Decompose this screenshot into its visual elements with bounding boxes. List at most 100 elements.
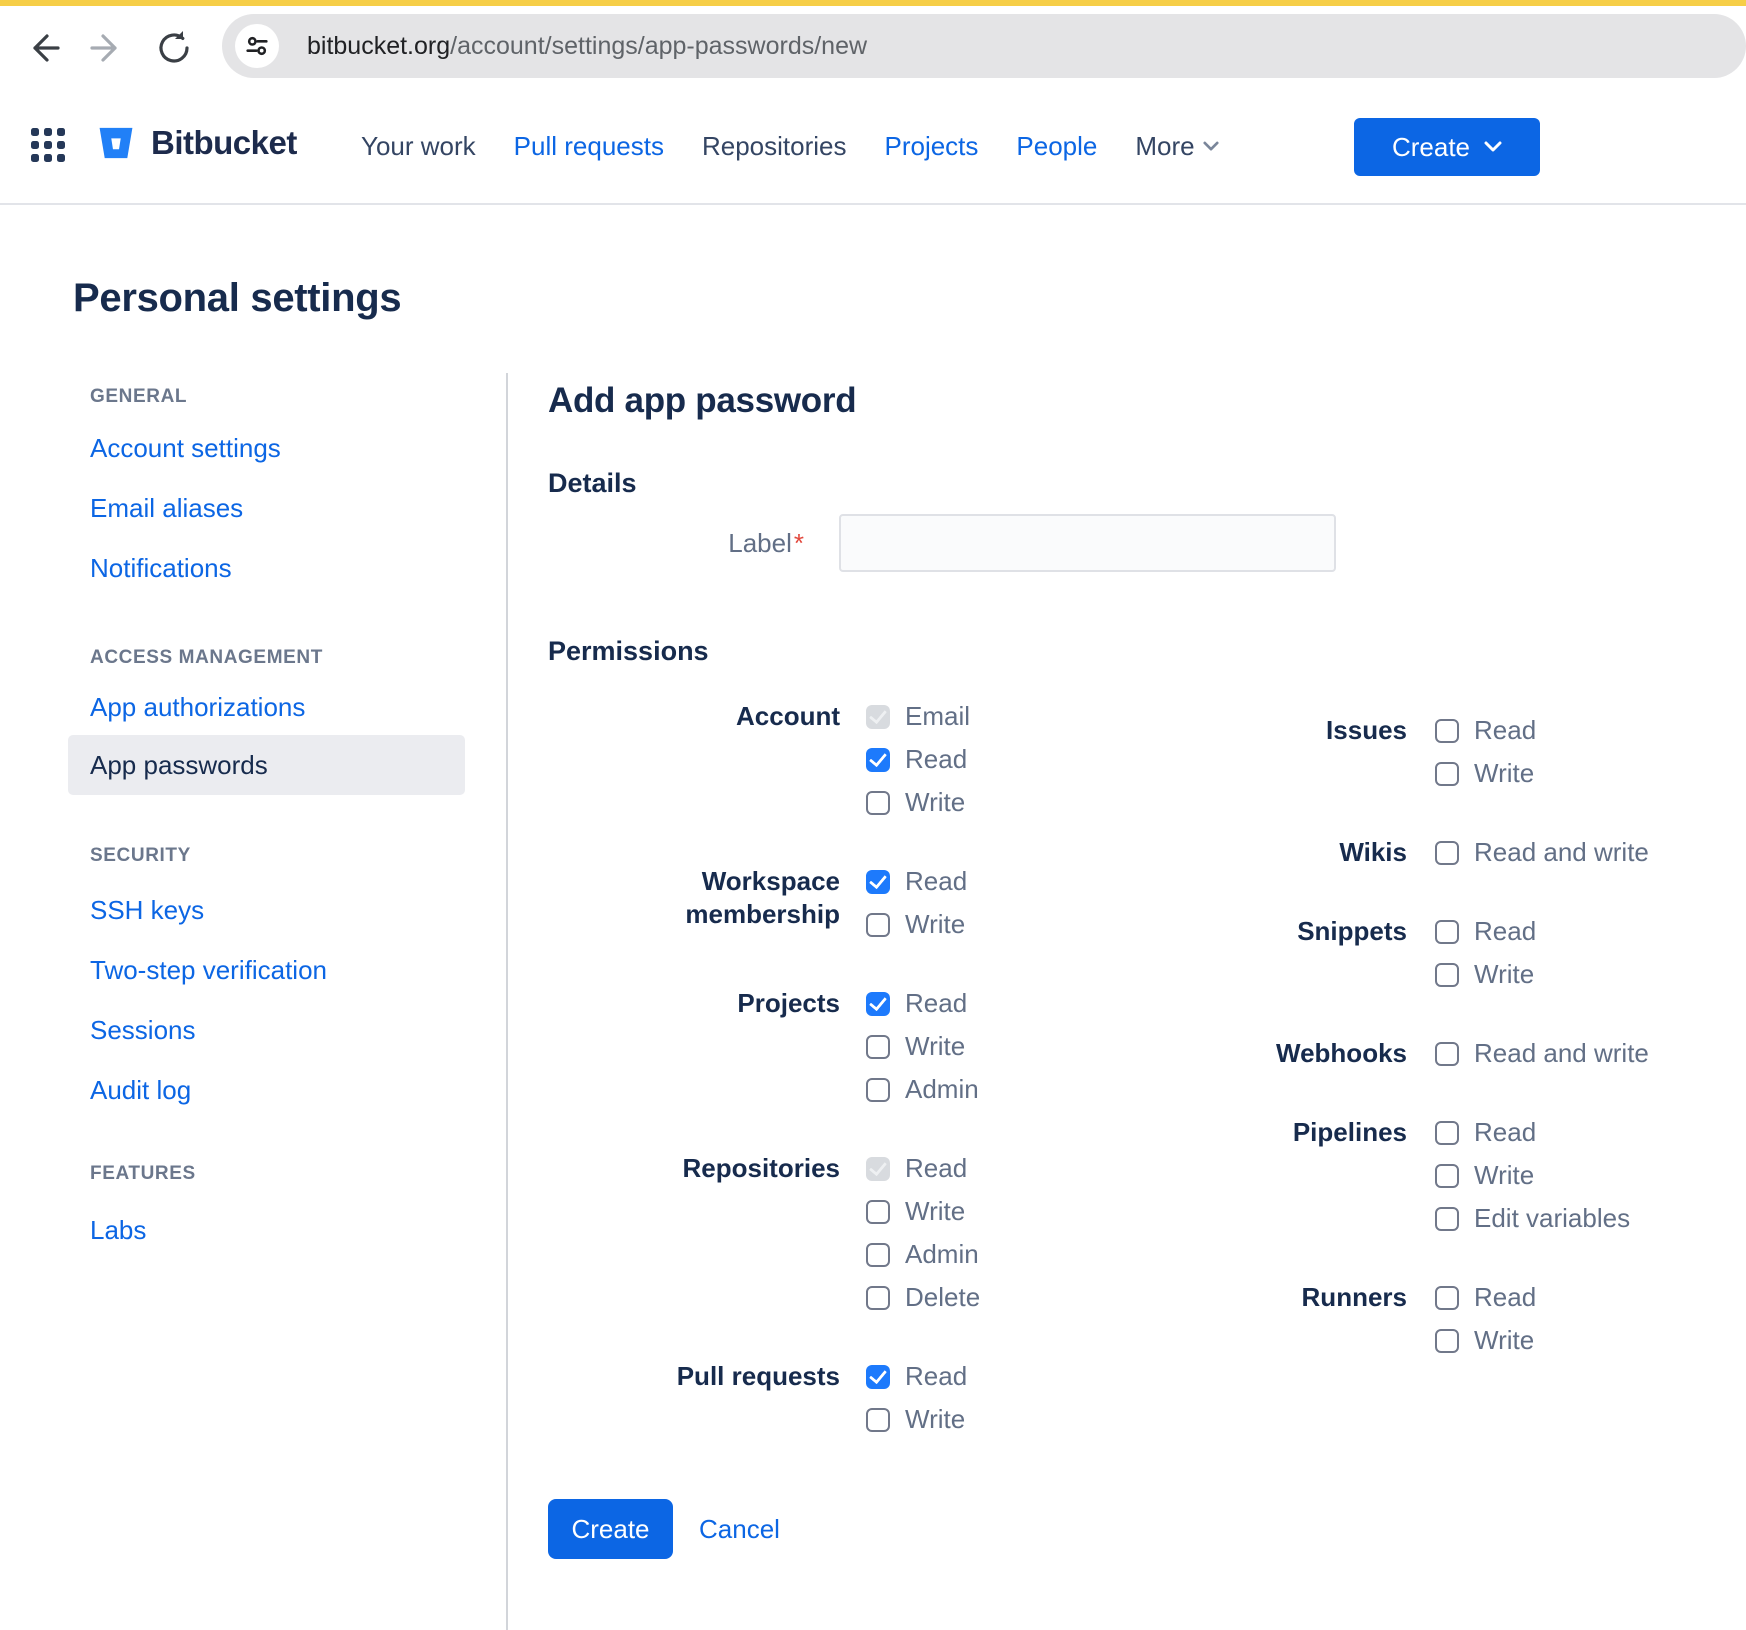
checkbox-label: Delete: [905, 1282, 980, 1313]
sidebar-item-ssh-keys[interactable]: SSH keys: [68, 895, 465, 925]
checkbox-label: Write: [905, 1196, 965, 1227]
sidebar-item-app-passwords[interactable]: App passwords: [68, 735, 465, 795]
sidebar-section-access-management: ACCESS MANAGEMENT: [68, 647, 465, 669]
checkbox-checked[interactable]: [866, 870, 890, 894]
settings-sidebar: GENERALAccount settingsEmail aliasesNoti…: [68, 386, 465, 1245]
checkbox-unchecked[interactable]: [1435, 1164, 1459, 1188]
permission-group-repositories: RepositoriesReadWriteAdminDelete: [548, 1147, 1088, 1319]
checkbox-label: Read: [905, 866, 967, 897]
permission-option-repositories-read: Read: [866, 1147, 1088, 1190]
permission-options: Read and write: [1435, 1032, 1649, 1075]
checkbox-unchecked[interactable]: [1435, 1042, 1459, 1066]
checkbox-unchecked[interactable]: [866, 913, 890, 937]
checkbox-unchecked[interactable]: [1435, 762, 1459, 786]
sidebar-item-email-aliases[interactable]: Email aliases: [68, 493, 465, 523]
checkbox-unchecked[interactable]: [1435, 1121, 1459, 1145]
checkbox-checked[interactable]: [866, 748, 890, 772]
cancel-link[interactable]: Cancel: [699, 1514, 780, 1545]
nav-link-projects[interactable]: Projects: [884, 131, 978, 162]
permission-option-snippets-write: Write: [1435, 953, 1649, 996]
permission-group-label: Pull requests: [548, 1355, 840, 1393]
checkbox-unchecked[interactable]: [1435, 841, 1459, 865]
checkbox-unchecked[interactable]: [866, 1035, 890, 1059]
permission-group-label: Workspace membership: [548, 860, 840, 931]
checkbox-label: Write: [1474, 1160, 1534, 1191]
checkbox-unchecked[interactable]: [866, 1200, 890, 1224]
permission-group-label: Repositories: [548, 1147, 840, 1185]
checkbox-label: Read: [1474, 1282, 1536, 1313]
create-button[interactable]: Create: [548, 1499, 673, 1559]
permissions-heading: Permissions: [548, 636, 1558, 668]
permission-group-account: AccountEmailReadWrite: [548, 695, 1088, 824]
permission-group-pipelines: PipelinesReadWriteEdit variables: [1088, 1111, 1649, 1240]
permission-options: ReadWriteAdmin: [866, 982, 1088, 1111]
main-content: Add app password Details Label* Permissi…: [548, 381, 1558, 1559]
permission-options: ReadWriteAdminDelete: [866, 1147, 1088, 1319]
bitbucket-logo[interactable]: Bitbucket: [95, 122, 297, 164]
permission-group-issues: IssuesReadWrite: [1088, 709, 1649, 795]
permission-options: Read Write: [866, 860, 1088, 946]
permission-option-workspace-membership-write: Write: [866, 903, 1088, 946]
permission-option-repositories-write: Write: [866, 1190, 1088, 1233]
permission-option-pipelines-read: Read: [1435, 1111, 1649, 1154]
permission-group-label: Account: [548, 695, 840, 733]
required-asterisk: *: [794, 528, 804, 558]
sidebar-item-notifications[interactable]: Notifications: [68, 553, 465, 583]
permission-option-pull-requests-read: Read: [866, 1355, 1088, 1398]
url-path: /account/settings/app-passwords/new: [450, 32, 867, 61]
label-input[interactable]: [839, 514, 1336, 572]
permission-option-account-email: Email: [866, 695, 1088, 738]
reload-icon[interactable]: [154, 28, 194, 68]
back-icon[interactable]: [22, 28, 62, 68]
checkbox-unchecked[interactable]: [866, 791, 890, 815]
sidebar-item-two-step-verification[interactable]: Two-step verification: [68, 955, 465, 985]
nav-link-more[interactable]: More: [1135, 131, 1218, 162]
nav-create-button[interactable]: Create: [1354, 118, 1540, 176]
checkbox-checked[interactable]: [866, 992, 890, 1016]
sidebar-section-security: SECURITY: [68, 845, 465, 867]
nav-link-pull-requests[interactable]: Pull requests: [514, 131, 664, 162]
sidebar-item-labs[interactable]: Labs: [68, 1215, 465, 1245]
nav-link-people[interactable]: People: [1016, 131, 1097, 162]
checkbox-checked[interactable]: [866, 1365, 890, 1389]
permission-group-label: Projects: [548, 982, 840, 1020]
chevron-down-icon: [1203, 141, 1219, 152]
checkbox-label: Read and write: [1474, 1038, 1649, 1069]
checkbox-unchecked[interactable]: [866, 1286, 890, 1310]
sidebar-item-account-settings[interactable]: Account settings: [68, 433, 465, 463]
site-settings-icon[interactable]: [235, 24, 279, 68]
checkbox-unchecked[interactable]: [1435, 920, 1459, 944]
sidebar-item-audit-log[interactable]: Audit log: [68, 1075, 465, 1105]
permission-option-runners-read: Read: [1435, 1276, 1649, 1319]
permission-option-pipelines-write: Write: [1435, 1154, 1649, 1197]
sidebar-item-app-authorizations[interactable]: App authorizations: [68, 692, 465, 722]
permission-group-label: Webhooks: [1088, 1032, 1407, 1070]
checkbox-unchecked[interactable]: [1435, 1207, 1459, 1231]
checkbox-label: Read: [905, 744, 967, 775]
nav-link-repositories[interactable]: Repositories: [702, 131, 847, 162]
permission-option-workspace-membership-read: Read: [866, 860, 1088, 903]
nav-link-your-work[interactable]: Your work: [361, 131, 476, 162]
checkbox-unchecked[interactable]: [1435, 963, 1459, 987]
app-switcher-icon[interactable]: [31, 128, 69, 166]
checkbox-label: Read: [905, 988, 967, 1019]
permission-options: Read and write: [1435, 831, 1649, 874]
label-field-row: Label*: [548, 514, 1558, 572]
checkbox-unchecked[interactable]: [1435, 719, 1459, 743]
nav-create-label: Create: [1392, 132, 1470, 163]
checkbox-unchecked[interactable]: [866, 1243, 890, 1267]
permission-option-wikis-read-and-write: Read and write: [1435, 831, 1649, 874]
checkbox-unchecked[interactable]: [1435, 1286, 1459, 1310]
checkbox-unchecked[interactable]: [866, 1408, 890, 1432]
url-bar[interactable]: bitbucket.org/account/settings/app-passw…: [222, 14, 1746, 78]
sidebar-item-sessions[interactable]: Sessions: [68, 1015, 465, 1045]
permissions-left-column: Account Email Read Write Workspace membershi…: [548, 695, 1088, 1477]
permission-options: ReadWriteEdit variables: [1435, 1111, 1649, 1240]
permission-option-account-read: Read: [866, 738, 1088, 781]
permission-group-wikis: WikisRead and write: [1088, 831, 1649, 874]
url-text: bitbucket.org/account/settings/app-passw…: [307, 14, 867, 78]
checkbox-unchecked[interactable]: [866, 1078, 890, 1102]
permission-group-label: Pipelines: [1088, 1111, 1407, 1149]
forward-icon[interactable]: [88, 28, 128, 68]
checkbox-unchecked[interactable]: [1435, 1329, 1459, 1353]
